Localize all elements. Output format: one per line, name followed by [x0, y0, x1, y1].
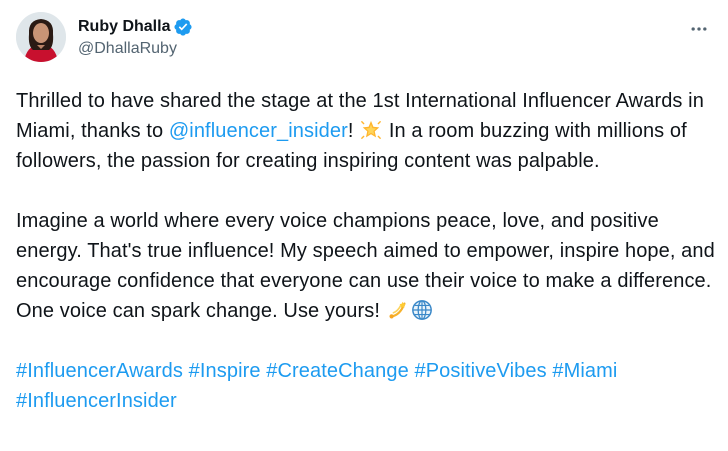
more-options-button[interactable]: [682, 12, 716, 46]
verified-badge-icon: [173, 17, 193, 37]
glowing-star-emoji-icon: [360, 119, 382, 141]
hashtag-link[interactable]: #InfluencerAwards: [16, 360, 183, 382]
paragraph-1-punct: !: [347, 120, 360, 142]
hashtag-link[interactable]: #InfluencerInsider: [16, 390, 177, 412]
dizzy-emoji-icon: [387, 299, 409, 321]
avatar-image: [16, 12, 66, 62]
tweet-text: Thrilled to have shared the stage at the…: [16, 86, 716, 416]
tweet-header: Ruby Dhalla @DhallaRuby: [16, 12, 712, 66]
hashtag-paragraph: #InfluencerAwards #Inspire #CreateChange…: [16, 356, 716, 416]
paragraph-2-text: Imagine a world where every voice champi…: [16, 210, 715, 322]
tweet-paragraph-1: Thrilled to have shared the stage at the…: [16, 86, 716, 176]
hashtag-link[interactable]: #Miami: [552, 360, 617, 382]
more-horizontal-icon: [691, 27, 707, 31]
hashtag-link[interactable]: #CreateChange: [266, 360, 409, 382]
globe-meridians-emoji-icon: [411, 299, 433, 321]
avatar[interactable]: [16, 12, 66, 62]
mention-link[interactable]: @influencer_insider: [169, 120, 348, 142]
display-name-row: Ruby Dhalla: [78, 17, 193, 37]
display-name[interactable]: Ruby Dhalla: [78, 18, 170, 36]
tweet-paragraph-2: Imagine a world where every voice champi…: [16, 206, 716, 326]
hashtag-link[interactable]: #PositiveVibes: [414, 360, 546, 382]
hashtag-link[interactable]: #Inspire: [189, 360, 261, 382]
author-handle[interactable]: @DhallaRuby: [78, 40, 193, 58]
author-names: Ruby Dhalla @DhallaRuby: [78, 17, 193, 58]
